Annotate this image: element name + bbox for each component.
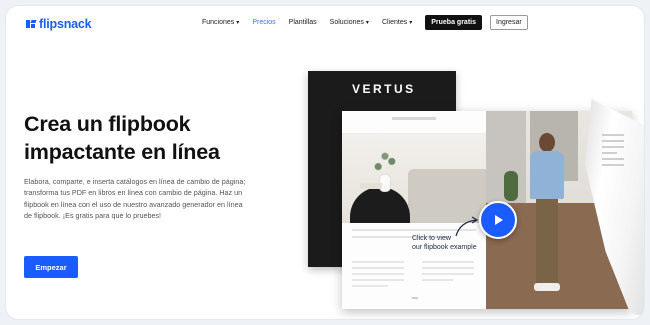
play-icon — [495, 215, 503, 225]
hero-headline: Crea un flipbook impactante en línea — [24, 110, 284, 166]
play-video-button[interactable] — [479, 201, 517, 239]
logo-icon — [26, 19, 37, 29]
video-note: Click to view our flipbook example — [412, 234, 477, 252]
flipbook-left-page — [342, 111, 486, 309]
chevron-down-icon: ▾ — [365, 20, 369, 26]
nav-item-precios[interactable]: Precios — [252, 19, 275, 26]
login-button[interactable]: Ingresar — [490, 15, 528, 30]
person-head-shape — [539, 133, 555, 152]
living-room-image — [342, 133, 486, 223]
nav-item-plantillas[interactable]: Plantillas — [289, 19, 317, 26]
free-trial-button[interactable]: Prueba gratis — [425, 15, 482, 30]
flipsnack-logo[interactable]: flipsnack — [26, 17, 92, 31]
page-number — [412, 297, 418, 299]
nav-item-label: Plantillas — [288, 19, 317, 26]
curl-text-lines — [602, 134, 624, 170]
person-legs-shape — [536, 199, 558, 285]
start-button[interactable]: Empezar — [24, 256, 78, 278]
chevron-down-icon: ▾ — [236, 20, 240, 26]
nav-item-funciones[interactable]: Funciones ▾ — [202, 19, 239, 26]
video-note-line-1: Click to view — [412, 235, 451, 242]
person-shirt-shape — [530, 151, 564, 199]
kitchen-plant-shape — [504, 171, 518, 201]
page-column-right — [422, 261, 474, 285]
hero-description: Elabora, comparte, e inserta catálogos e… — [24, 177, 246, 221]
page-card: flipsnack Funciones ▾ Precios Plantillas… — [6, 6, 644, 319]
page-column-left — [352, 261, 404, 291]
person-shoes-shape — [534, 283, 560, 291]
nav-item-label: Funciones — [202, 19, 235, 26]
sofa-shape — [408, 169, 486, 223]
nav-item-soluciones[interactable]: Soluciones ▾ — [330, 19, 369, 26]
nav-item-label: Precios — [252, 19, 276, 26]
nav-item-label: Soluciones — [329, 19, 364, 26]
nav-item-clientes[interactable]: Clientes ▾ — [382, 19, 412, 26]
headline-line-2: impactante en línea — [24, 140, 220, 164]
logo-text: flipsnack — [39, 17, 92, 31]
nav-item-label: Clientes — [381, 19, 408, 26]
side-table-shape — [350, 187, 410, 223]
chevron-down-icon: ▾ — [409, 20, 413, 26]
book-stack-shape — [360, 183, 382, 189]
plant-shape — [368, 151, 402, 177]
main-nav: Funciones ▾ Precios Plantillas Solucione… — [202, 15, 528, 30]
page-header-line — [392, 117, 436, 120]
cover-brand-title: VERTUS — [352, 82, 416, 96]
headline-line-1: Crea un flipbook — [24, 112, 191, 136]
video-note-line-2: our flipbook example — [412, 244, 477, 251]
